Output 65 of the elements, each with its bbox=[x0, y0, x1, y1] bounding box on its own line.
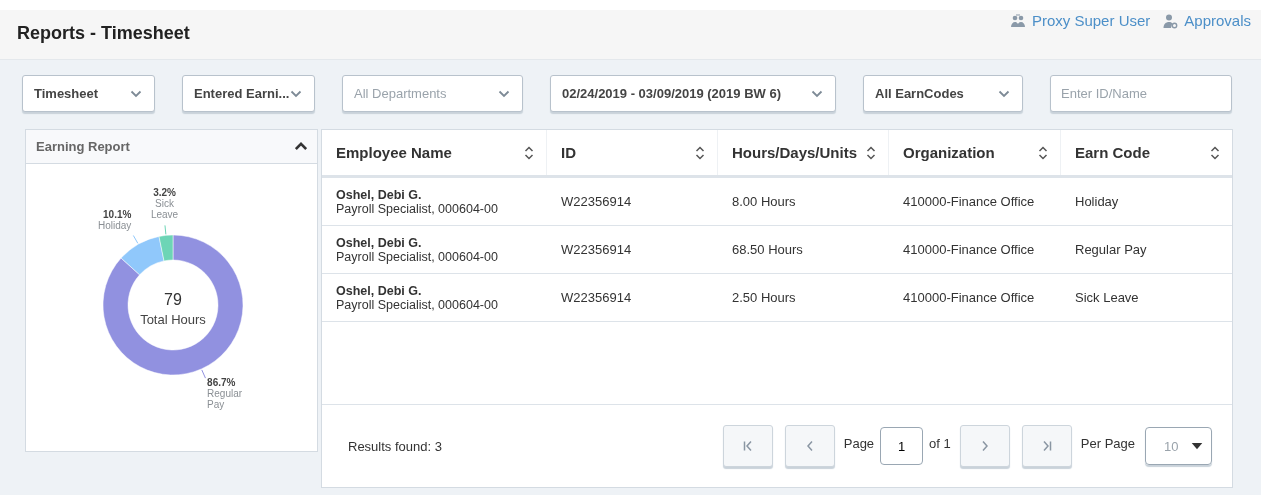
leader-line bbox=[164, 224, 167, 235]
slice-percent: 86.7% bbox=[207, 376, 236, 388]
table-cell-text: 410000-Finance Office bbox=[903, 242, 1036, 257]
first-page-button[interactable] bbox=[722, 425, 773, 467]
employee-name: Oshel, Debi G. bbox=[336, 187, 423, 202]
slice-name: Holiday bbox=[98, 220, 132, 232]
table-cell-text: W22356914 bbox=[561, 242, 633, 257]
slice-percent: 3.2% bbox=[153, 187, 176, 199]
chevron-down-icon bbox=[290, 89, 302, 98]
leader-line bbox=[132, 235, 139, 244]
next-page-button[interactable] bbox=[959, 425, 1010, 467]
employee-name: Oshel, Debi G. bbox=[336, 283, 423, 298]
table-cell-text: W22356914 bbox=[561, 194, 633, 209]
caret-down-icon bbox=[1191, 442, 1203, 450]
dropdown[interactable]: Entered Earni... bbox=[182, 75, 315, 112]
table-cell-text: Holiday bbox=[1075, 194, 1120, 209]
chevron-down-icon bbox=[130, 89, 142, 98]
table-cell-text: Regular Pay bbox=[1075, 242, 1148, 257]
table-cell-text: W22356914 bbox=[561, 290, 633, 305]
column-header[interactable]: Earn Code bbox=[1061, 130, 1232, 175]
chevron-up-icon[interactable] bbox=[295, 142, 307, 151]
table-cell-text: 8.00 Hours bbox=[732, 194, 797, 209]
table-cell-text: 2.50 Hours bbox=[732, 290, 797, 305]
column-header[interactable]: Employee Name bbox=[322, 130, 547, 175]
slice-percent: 10.1% bbox=[103, 209, 132, 221]
results-count: Results found: 3 bbox=[348, 438, 442, 454]
employee-position: Payroll Specialist, 000604-00 bbox=[336, 249, 499, 264]
total-label: Total Hours bbox=[140, 312, 206, 327]
dropdown[interactable]: All EarnCodes bbox=[863, 75, 1023, 112]
sort-icon bbox=[866, 144, 876, 161]
slice-name: Regular Pay bbox=[207, 387, 243, 410]
user-gear-icon bbox=[1162, 12, 1179, 29]
sort-icon bbox=[1038, 144, 1048, 161]
page-count: of 1 bbox=[929, 435, 951, 451]
slice-name: Sick Leave bbox=[150, 198, 179, 221]
users-icon bbox=[1009, 12, 1026, 29]
search-field[interactable]: Enter ID/Name bbox=[1050, 75, 1232, 112]
page-number-field[interactable]: 1 bbox=[880, 427, 924, 465]
per-page-label: Per Page bbox=[1080, 435, 1135, 451]
dropdown[interactable]: Timesheet bbox=[22, 75, 155, 112]
column-header[interactable]: Organization bbox=[889, 130, 1061, 175]
sort-icon bbox=[1210, 144, 1220, 161]
employee-position: Payroll Specialist, 000604-00 bbox=[336, 201, 499, 216]
table-cell-text: 68.50 Hours bbox=[732, 242, 804, 257]
table-cell-text: Sick Leave bbox=[1075, 290, 1140, 305]
page-label: Page bbox=[843, 435, 875, 451]
previous-page-button[interactable] bbox=[784, 425, 835, 467]
column-header[interactable]: ID bbox=[547, 130, 718, 175]
total-value: 79 bbox=[164, 291, 182, 308]
employee-name: Oshel, Debi G. bbox=[336, 235, 423, 250]
chevron-down-icon bbox=[498, 89, 510, 98]
leader-line bbox=[201, 369, 206, 379]
table-cell-text: 410000-Finance Office bbox=[903, 194, 1036, 209]
page-title: Reports - Timesheet bbox=[17, 23, 190, 44]
sort-icon bbox=[695, 144, 705, 161]
chevron-down-icon bbox=[811, 89, 823, 98]
table-cell-text: 410000-Finance Office bbox=[903, 290, 1036, 305]
employee-position: Payroll Specialist, 000604-00 bbox=[336, 297, 499, 312]
column-header[interactable]: Hours/Days/Units bbox=[718, 130, 889, 175]
chevron-down-icon bbox=[998, 89, 1010, 98]
dropdown[interactable]: 02/24/2019 - 03/09/2019 (2019 BW 6) bbox=[550, 75, 836, 112]
sort-icon bbox=[524, 144, 534, 161]
last-page-button[interactable] bbox=[1021, 425, 1072, 467]
first-page-icon bbox=[741, 440, 754, 452]
panel-title: Earning Report bbox=[36, 139, 130, 154]
